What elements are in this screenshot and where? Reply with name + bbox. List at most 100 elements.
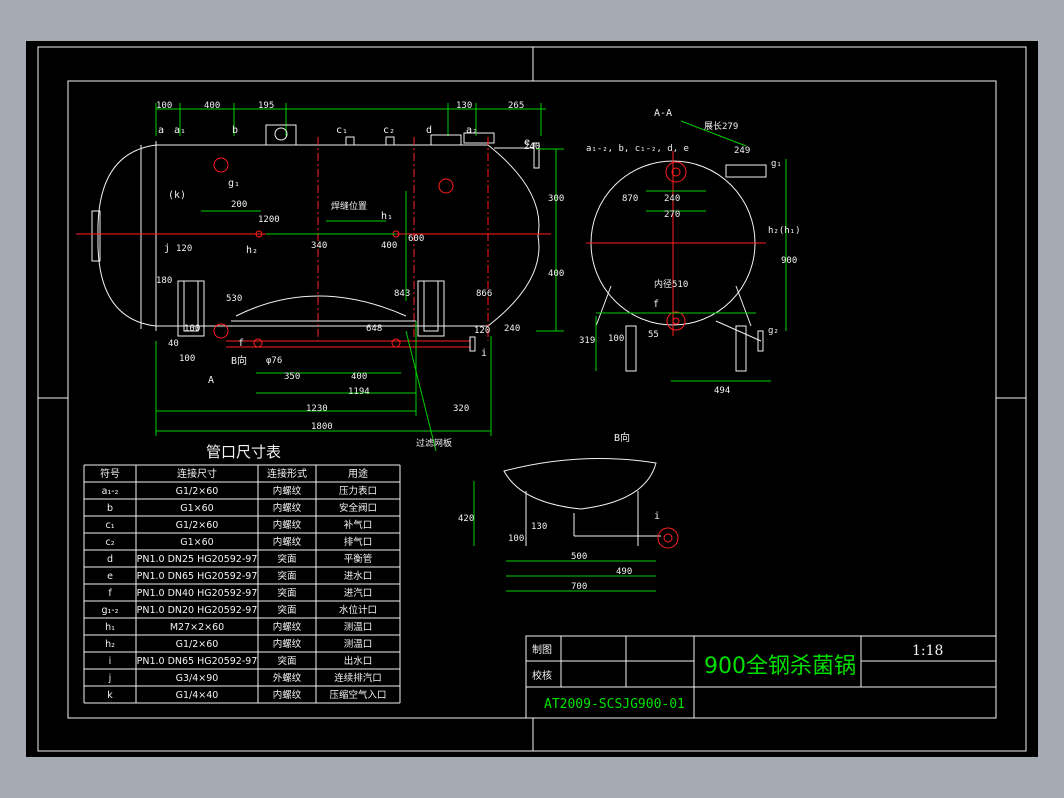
drawing-number: AT2009-SCSJG900-01 xyxy=(544,697,685,712)
dim-label: 866 xyxy=(476,289,492,299)
dim-label: 249 xyxy=(734,146,750,156)
table-cell: f xyxy=(108,588,112,599)
section-a-marker: A xyxy=(208,375,214,386)
table-cell: 测温口 xyxy=(344,639,373,650)
section-label: 展长279 xyxy=(704,120,738,132)
dim-label: 1230 xyxy=(306,404,328,414)
table-cell: h₁ xyxy=(105,622,115,633)
dim-label: 300 xyxy=(548,194,564,204)
table-cell: G1/2×60 xyxy=(176,639,219,650)
section-label: g₂ xyxy=(768,326,779,336)
table-cell: 平衡管 xyxy=(344,553,373,565)
table-header: 用途 xyxy=(348,467,368,480)
table-cell: g₁-₂ xyxy=(101,605,118,616)
dim-label: 240 xyxy=(524,142,540,152)
dim-label: 100 xyxy=(156,101,172,111)
dim-label: 180 xyxy=(156,276,172,286)
table-cell: 内螺纹 xyxy=(273,519,302,531)
dim-label: 843 xyxy=(394,289,410,299)
dim-label: 400 xyxy=(351,372,367,382)
nozzle-label: h₁ xyxy=(381,211,393,222)
table-cell: 突面 xyxy=(277,570,296,582)
dim-label: 700 xyxy=(571,582,587,592)
nozzle-label: f xyxy=(238,338,244,349)
dim-label: 1194 xyxy=(348,387,370,397)
table-header: 连接形式 xyxy=(267,467,307,480)
table-cell: PN1.0 DN20 HG20592-97 xyxy=(137,605,258,616)
dim-label: 100 xyxy=(179,354,195,364)
table-cell: 内螺纹 xyxy=(273,638,302,650)
table-cell: i xyxy=(109,656,112,667)
dim-label: 319 xyxy=(579,336,595,346)
dim-label: 130 xyxy=(531,522,547,532)
table-cell: 内螺纹 xyxy=(273,536,302,548)
table-cell: 内螺纹 xyxy=(273,502,302,514)
view-b xyxy=(473,458,679,592)
dim-label: 400 xyxy=(381,241,397,251)
dim-label: 420 xyxy=(458,514,474,524)
dim-label: 55 xyxy=(648,330,659,340)
dim-label: 270 xyxy=(664,210,680,220)
dim-label: 240 xyxy=(664,194,680,204)
nozzle-label: i xyxy=(481,348,487,359)
nozzle-label: (k) xyxy=(168,190,186,201)
dim-label: 350 xyxy=(284,372,300,382)
section-label: f xyxy=(653,299,659,310)
dim-label: 870 xyxy=(622,194,638,204)
dim-label: 490 xyxy=(616,567,632,577)
table-cell: G1×60 xyxy=(180,503,213,514)
table-cell: 补气口 xyxy=(344,519,373,531)
drawing-title: 900全钢杀菌锅 xyxy=(704,654,856,679)
title-block-label: 制图 xyxy=(532,643,552,656)
dim-label: 900 xyxy=(781,256,797,266)
dim-label: 1800 xyxy=(311,422,333,432)
table-cell: 内螺纹 xyxy=(273,621,302,633)
dim-label: 600 xyxy=(408,234,424,244)
section-label: a₁-₂, b, c₁-₂, d, e xyxy=(586,144,689,154)
front-view-labels: 100 400 195 130 265 a a₁ b c₁ c₂ d a₂ e … xyxy=(156,101,564,449)
section-aa-labels: A-A a₁-₂, b, c₁-₂, d, e 展长279 g₁ h₂(h₁) … xyxy=(579,108,801,396)
dim-label: 265 xyxy=(508,101,524,111)
table-cell: 压缩空气入口 xyxy=(329,689,386,701)
nozzle-label: j xyxy=(164,243,170,254)
nozzle-label: a₂ xyxy=(466,125,478,136)
nozzle-label: b xyxy=(232,125,238,136)
view-b-labels: B向 i 420 100 500 490 700 130 xyxy=(458,431,660,592)
table-cell: c₁ xyxy=(105,520,114,531)
table-cell: 测温口 xyxy=(344,622,373,633)
dim-label: 648 xyxy=(366,324,382,334)
table-cell: 出水口 xyxy=(344,655,373,667)
nozzle-label: c₂ xyxy=(383,125,395,136)
dim-label: 100 xyxy=(608,334,624,344)
table-cell: 排气口 xyxy=(344,536,373,548)
section-label: h₂(h₁) xyxy=(768,226,801,236)
table-cell: G1×60 xyxy=(180,537,213,548)
section-b-marker: B向 xyxy=(231,354,247,367)
table-cell: b xyxy=(107,503,113,514)
section-label: 内径510 xyxy=(654,278,688,290)
dim-label: 500 xyxy=(571,552,587,562)
nozzle-label: g₁ xyxy=(228,178,240,189)
dim-label: 100 xyxy=(184,324,200,334)
section-label: g₁ xyxy=(771,159,782,169)
dim-label: 240 xyxy=(504,324,520,334)
section-aa-title: A-A xyxy=(654,108,672,119)
dim-label: 120 xyxy=(176,244,192,254)
table-cell: c₂ xyxy=(105,537,114,548)
table-cell: e xyxy=(107,571,113,582)
table-cell: 内螺纹 xyxy=(273,689,302,701)
table-cell: h₂ xyxy=(105,639,115,650)
table-cell: j xyxy=(108,673,112,684)
table-cell: k xyxy=(107,690,113,701)
dim-label: 200 xyxy=(231,200,247,210)
dim-label: 130 xyxy=(456,101,472,111)
table-cell: 内螺纹 xyxy=(273,485,302,497)
table-cell: 进水口 xyxy=(344,570,373,582)
dim-label: 400 xyxy=(204,101,220,111)
table-cell: 突面 xyxy=(277,587,296,599)
table-cell: G1/4×40 xyxy=(176,690,219,701)
table-cell: PN1.0 DN65 HG20592-97 xyxy=(137,656,258,667)
table-cell: 进汽口 xyxy=(344,587,373,599)
dim-label: 100 xyxy=(508,534,524,544)
filter-label: 过滤网板 xyxy=(416,437,452,449)
